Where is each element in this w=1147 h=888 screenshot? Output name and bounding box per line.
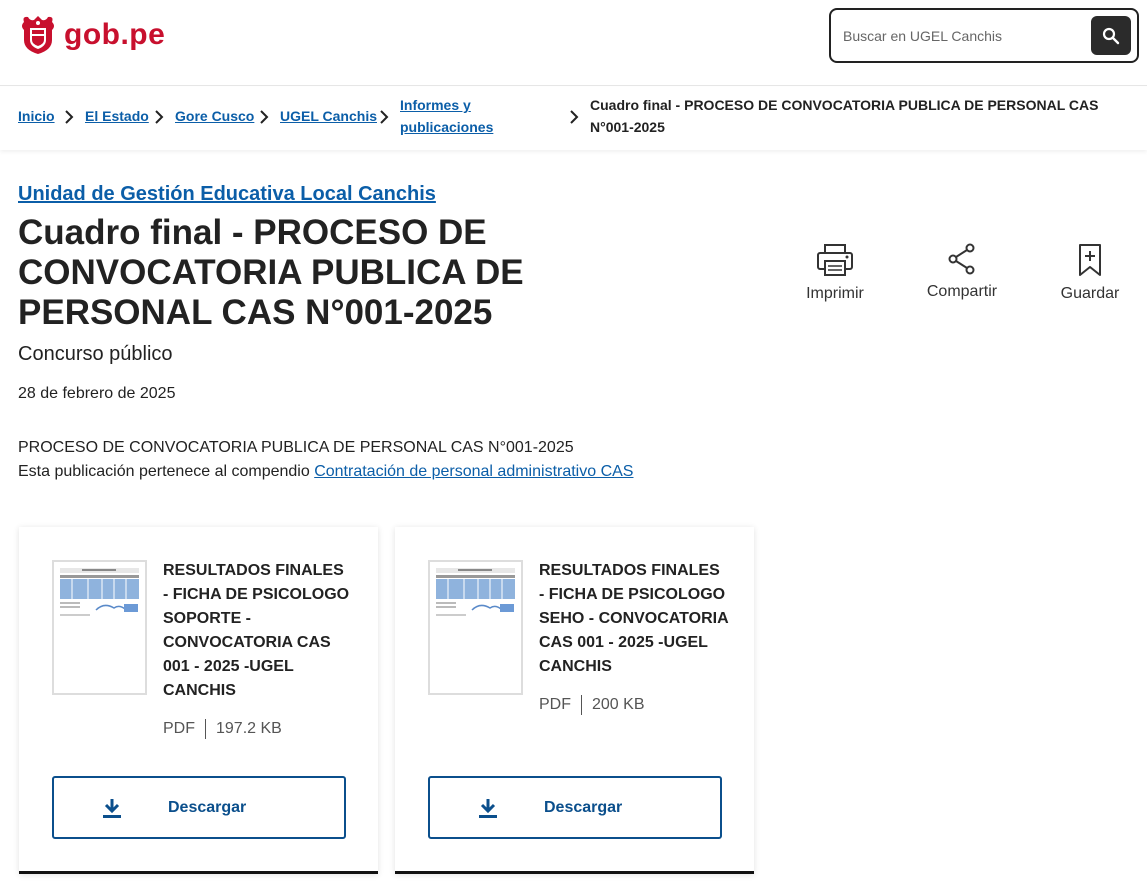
document-card: RESULTADOS FINALES - FICHA DE PSICOLOGO …: [395, 527, 754, 874]
logo-text: gob.pe: [64, 18, 166, 51]
document-thumbnail[interactable]: [428, 560, 523, 695]
peru-shield-icon: [22, 16, 54, 54]
document-title: RESULTADOS FINALES - FICHA DE PSICOLOGO …: [163, 562, 350, 699]
print-label: Imprimir: [806, 285, 864, 302]
page-title: Cuadro final - PROCESO DE CONVOCATORIA P…: [18, 213, 524, 332]
download-icon: [479, 798, 497, 818]
document-meta: PDF 200 KB: [539, 695, 644, 715]
breadcrumb-el-estado[interactable]: El Estado: [85, 105, 149, 127]
save-label: Guardar: [1060, 285, 1120, 302]
document-format: PDF: [163, 720, 195, 737]
share-button[interactable]: Compartir: [907, 243, 1017, 301]
pdf-preview-icon: [60, 568, 139, 616]
pdf-preview-icon: [436, 568, 515, 616]
org-link[interactable]: Unidad de Gestión Educativa Local Canchi…: [18, 183, 436, 206]
meta-divider: [205, 719, 206, 739]
print-button[interactable]: Imprimir: [780, 243, 890, 303]
printer-icon: [817, 244, 853, 276]
breadcrumb-current: Cuadro final - PROCESO DE CONVOCATORIA P…: [590, 97, 1099, 135]
share-icon: [948, 243, 975, 275]
description-text: PROCESO DE CONVOCATORIA PUBLICA DE PERSO…: [18, 439, 574, 456]
chevron-right-icon: [65, 110, 74, 124]
download-label: Descargar: [544, 798, 623, 816]
document-format: PDF: [539, 696, 571, 713]
document-size: 200 KB: [592, 696, 645, 713]
site-header: gob.pe: [0, 0, 1147, 86]
share-label: Compartir: [926, 283, 998, 300]
breadcrumb: Inicio El Estado Gore Cusco UGEL Canchis…: [0, 87, 1147, 150]
download-button[interactable]: Descargar: [52, 776, 346, 839]
description: PROCESO DE CONVOCATORIA PUBLICA DE PERSO…: [18, 436, 633, 484]
search-box: [829, 8, 1139, 63]
download-label: Descargar: [168, 798, 247, 816]
meta-divider: [581, 695, 582, 715]
download-button[interactable]: Descargar: [428, 776, 722, 839]
document-size: 197.2 KB: [216, 720, 282, 737]
breadcrumb-ugel-canchis[interactable]: UGEL Canchis: [280, 105, 377, 127]
document-title: RESULTADOS FINALES - FICHA DE PSICOLOGO …: [539, 562, 729, 675]
chevron-right-icon: [570, 110, 579, 124]
download-icon: [103, 798, 121, 818]
search-icon: [1102, 27, 1120, 44]
document-thumbnail[interactable]: [52, 560, 147, 695]
search-input[interactable]: [843, 21, 1083, 51]
search-button[interactable]: [1091, 16, 1131, 55]
compendium-line: Esta publicación pertenece al compendio …: [18, 460, 633, 484]
breadcrumb-informes[interactable]: Informes y publicaciones: [400, 94, 510, 138]
breadcrumb-inicio[interactable]: Inicio: [18, 105, 55, 127]
document-card: RESULTADOS FINALES - FICHA DE PSICOLOGO …: [19, 527, 378, 874]
chevron-right-icon: [380, 110, 389, 124]
save-button[interactable]: Guardar: [1035, 243, 1145, 303]
compendium-link[interactable]: Contratación de personal administrativo …: [314, 463, 633, 480]
compendium-prefix: Esta publicación pertenece al compendio: [18, 463, 310, 480]
chevron-right-icon: [155, 110, 164, 124]
page-subtitle: Concurso público: [18, 343, 173, 365]
bookmark-icon: [1079, 244, 1101, 276]
document-meta: PDF 197.2 KB: [163, 719, 282, 739]
publish-date: 28 de febrero de 2025: [18, 385, 176, 402]
gob-pe-logo[interactable]: gob.pe: [18, 14, 165, 56]
breadcrumb-gore-cusco[interactable]: Gore Cusco: [175, 105, 254, 127]
chevron-right-icon: [260, 110, 269, 124]
